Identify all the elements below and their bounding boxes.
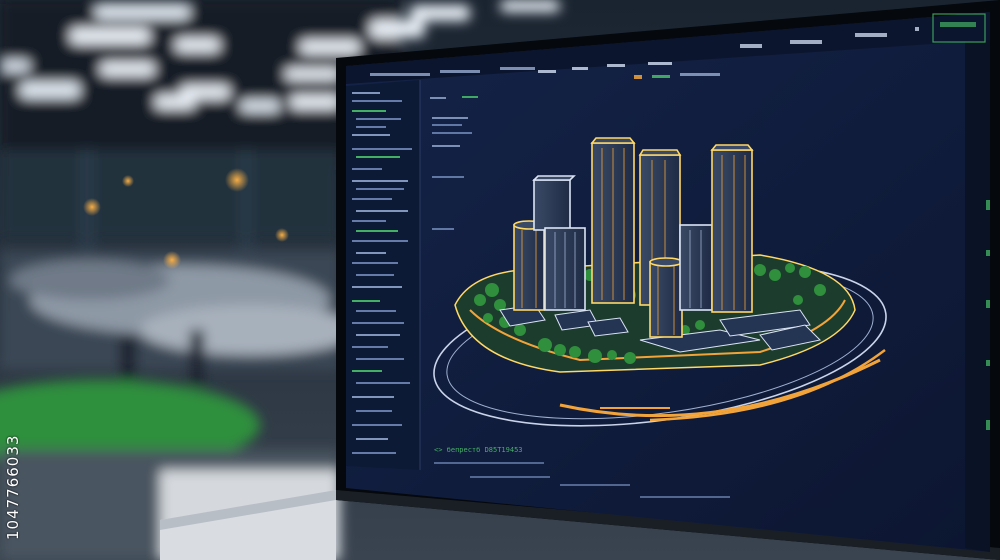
code-panel xyxy=(346,80,421,470)
tower-b xyxy=(532,175,576,231)
photo-scene: <> бепрестб D85T19453 xyxy=(0,0,1000,560)
tower-f xyxy=(649,257,683,338)
tower-a xyxy=(513,220,545,311)
tower-h xyxy=(710,144,754,313)
tower-c xyxy=(544,227,586,311)
watermark-id: 1047766033 xyxy=(4,434,22,540)
tower-d xyxy=(590,137,636,304)
tower-g xyxy=(679,224,713,311)
code-footer-text: <> бепрестб D85T19453 xyxy=(434,446,523,454)
